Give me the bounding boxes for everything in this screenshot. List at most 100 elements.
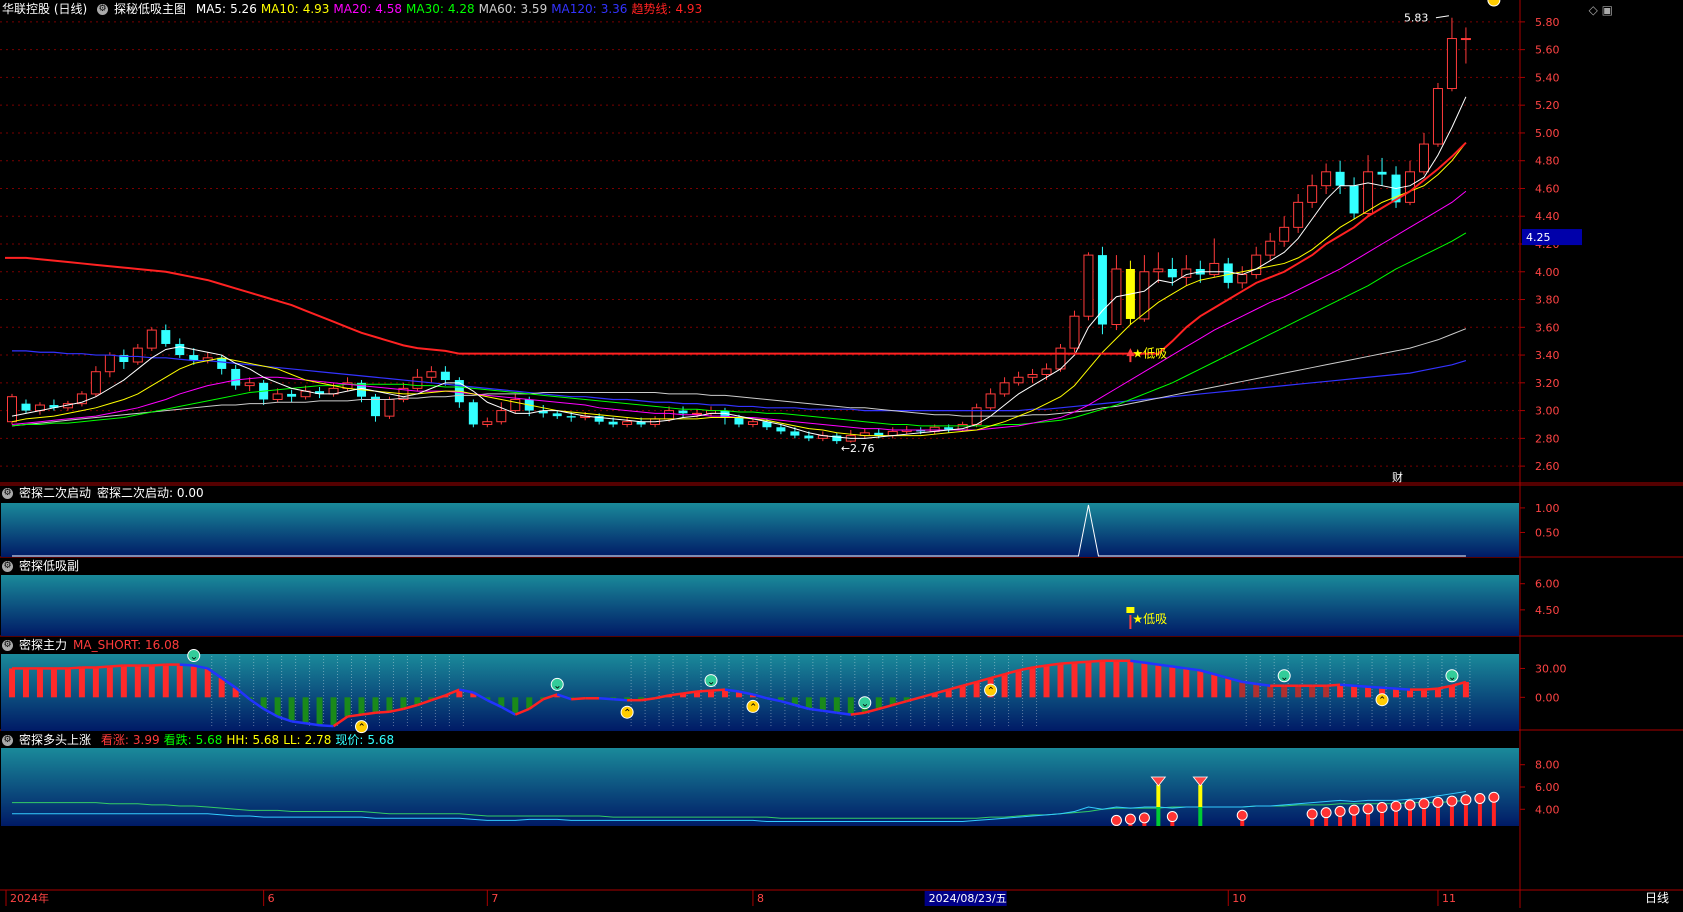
candle-body <box>664 410 675 420</box>
ma-value-5: 3.36 <box>600 2 628 16</box>
ma-label-4: MA60: <box>478 2 517 16</box>
force-trend-segment <box>109 664 124 668</box>
indicator-name[interactable]: 探秘低吸主图 <box>114 2 186 16</box>
x-tick-label: 6 <box>268 892 275 905</box>
panel1-title[interactable]: 密探二次启动 <box>19 486 91 500</box>
candle-body <box>1139 271 1150 320</box>
candle-body <box>1265 240 1276 256</box>
diamond-icon[interactable]: ◇ <box>1589 3 1598 17</box>
force-trend-segment <box>1326 683 1341 688</box>
ma-label-1: MA10: <box>260 2 299 16</box>
chevron-down-icon: ⌄ <box>190 652 198 663</box>
candle-body <box>90 371 101 395</box>
candle-body <box>21 403 31 411</box>
y-tick-label: 5.60 <box>1535 44 1560 57</box>
force-bar <box>358 697 365 715</box>
candle-body <box>1432 88 1443 145</box>
bull-marker-icon <box>1110 814 1122 826</box>
panel-y-tick-label: 0.00 <box>1535 691 1560 704</box>
candle-body <box>104 354 115 373</box>
force-trend-segment <box>67 666 82 670</box>
panel1-header: ⚙ 密探二次启动 密探二次启动: 0.00 <box>2 485 210 501</box>
panel2-label: ★低吸 <box>1132 612 1167 626</box>
force-bar <box>1225 678 1232 698</box>
candle-body <box>1069 315 1080 349</box>
ma-value-2: 4.58 <box>375 2 403 16</box>
panel2-title[interactable]: 密探低吸副 <box>19 559 79 573</box>
ma-legend: MA5: 5.26 MA10: 4.93 MA20: 4.58 MA30: 4.28 MA60:… <box>196 2 706 16</box>
candle-body <box>1027 373 1038 378</box>
panel3-settings-icon[interactable]: ⚙ <box>2 640 13 651</box>
stock-title[interactable]: 华联控股 (日线) <box>2 2 87 16</box>
candle-body <box>1083 254 1094 317</box>
force-bar <box>512 697 519 715</box>
low-price-label: ←2.76 <box>841 442 875 455</box>
bull-marker-icon <box>1320 807 1332 819</box>
force-trend-segment <box>696 689 712 693</box>
force-trend-segment <box>1381 686 1397 690</box>
ma10-line <box>11 142 1467 437</box>
bull-marker-icon <box>1432 796 1444 808</box>
candle-body <box>790 431 800 436</box>
force-bar <box>1127 660 1134 698</box>
force-bar <box>1267 685 1274 698</box>
settings-circle-icon[interactable]: ⚙ <box>97 4 109 15</box>
force-bar <box>330 697 337 727</box>
panel-y-tick-label: 6.00 <box>1535 781 1560 794</box>
force-bar <box>1155 664 1162 698</box>
candle-body <box>1167 268 1177 278</box>
candle-body <box>1335 171 1345 186</box>
candle-body <box>1321 171 1332 187</box>
stat-value-0: 3.99 <box>132 733 160 747</box>
panel2-settings-icon[interactable]: ⚙ <box>2 561 13 572</box>
force-bar <box>1099 660 1106 698</box>
candle-body <box>1307 185 1318 203</box>
panel3-extra: MA_SHORT: 16.08 <box>73 638 180 652</box>
panel3-bg <box>1 654 1519 731</box>
chevron-down-icon: ⌄ <box>707 677 715 688</box>
force-bar <box>92 667 99 698</box>
ma60-line <box>11 328 1467 427</box>
force-bar <box>1239 681 1246 698</box>
stock-chart-window: ★低吸⌄⌃⌄⌃⌄⌃⌄⌃⌄⌃⌄⌃ 5.83←2.76★低吸财 5.805.605.… <box>0 0 1683 908</box>
panel-y-tick-label: 1.00 <box>1535 502 1560 515</box>
force-bar <box>316 697 323 726</box>
finance-marker: 财 <box>1392 470 1403 484</box>
maximize-icon[interactable]: ▣ <box>1602 3 1613 17</box>
force-trend-segment <box>599 697 614 701</box>
x-tick-label: 11 <box>1442 892 1456 905</box>
bull-marker-icon <box>1306 808 1318 820</box>
trend-line <box>5 141 1467 355</box>
candle-body <box>734 417 744 425</box>
tower-bar <box>1198 807 1203 826</box>
ma20-line <box>11 190 1467 431</box>
force-bar <box>1295 685 1302 698</box>
candle-body <box>1223 263 1233 283</box>
candle-body <box>1446 38 1457 90</box>
panel1-settings-icon[interactable]: ⚙ <box>2 488 13 499</box>
force-bar <box>1309 685 1316 698</box>
panel3-title[interactable]: 密探主力 <box>19 638 67 652</box>
y-tick-label: 3.60 <box>1535 321 1560 334</box>
force-bar <box>1253 683 1260 698</box>
bull-marker-icon <box>1236 809 1248 821</box>
force-trend-segment <box>179 663 194 667</box>
force-bar <box>1448 685 1455 698</box>
chevron-up-icon: ⌃ <box>749 702 757 713</box>
period-label: 日线 <box>1645 891 1669 905</box>
y-tick-label: 4.80 <box>1535 155 1560 168</box>
bull-marker-icon <box>1390 800 1402 812</box>
force-bar <box>64 668 71 698</box>
x-tick-label: 7 <box>491 892 498 905</box>
force-trend-segment <box>710 688 726 692</box>
panel4-stats: 看涨: 3.99 看跌: 5.68 HH: 5.68 LL: 2.78 现价: 5.68 <box>101 733 398 747</box>
ma-value-1: 4.93 <box>302 2 330 16</box>
force-trend-segment <box>1423 687 1439 691</box>
ma-label-3: MA30: <box>406 2 444 16</box>
panel4-title[interactable]: 密探多头上涨 <box>19 733 91 747</box>
candle-body <box>1013 376 1024 384</box>
force-bar <box>1211 674 1218 698</box>
force-bar <box>847 697 854 715</box>
stat-label-2: HH: <box>226 733 249 747</box>
panel4-settings-icon[interactable]: ⚙ <box>2 735 13 746</box>
